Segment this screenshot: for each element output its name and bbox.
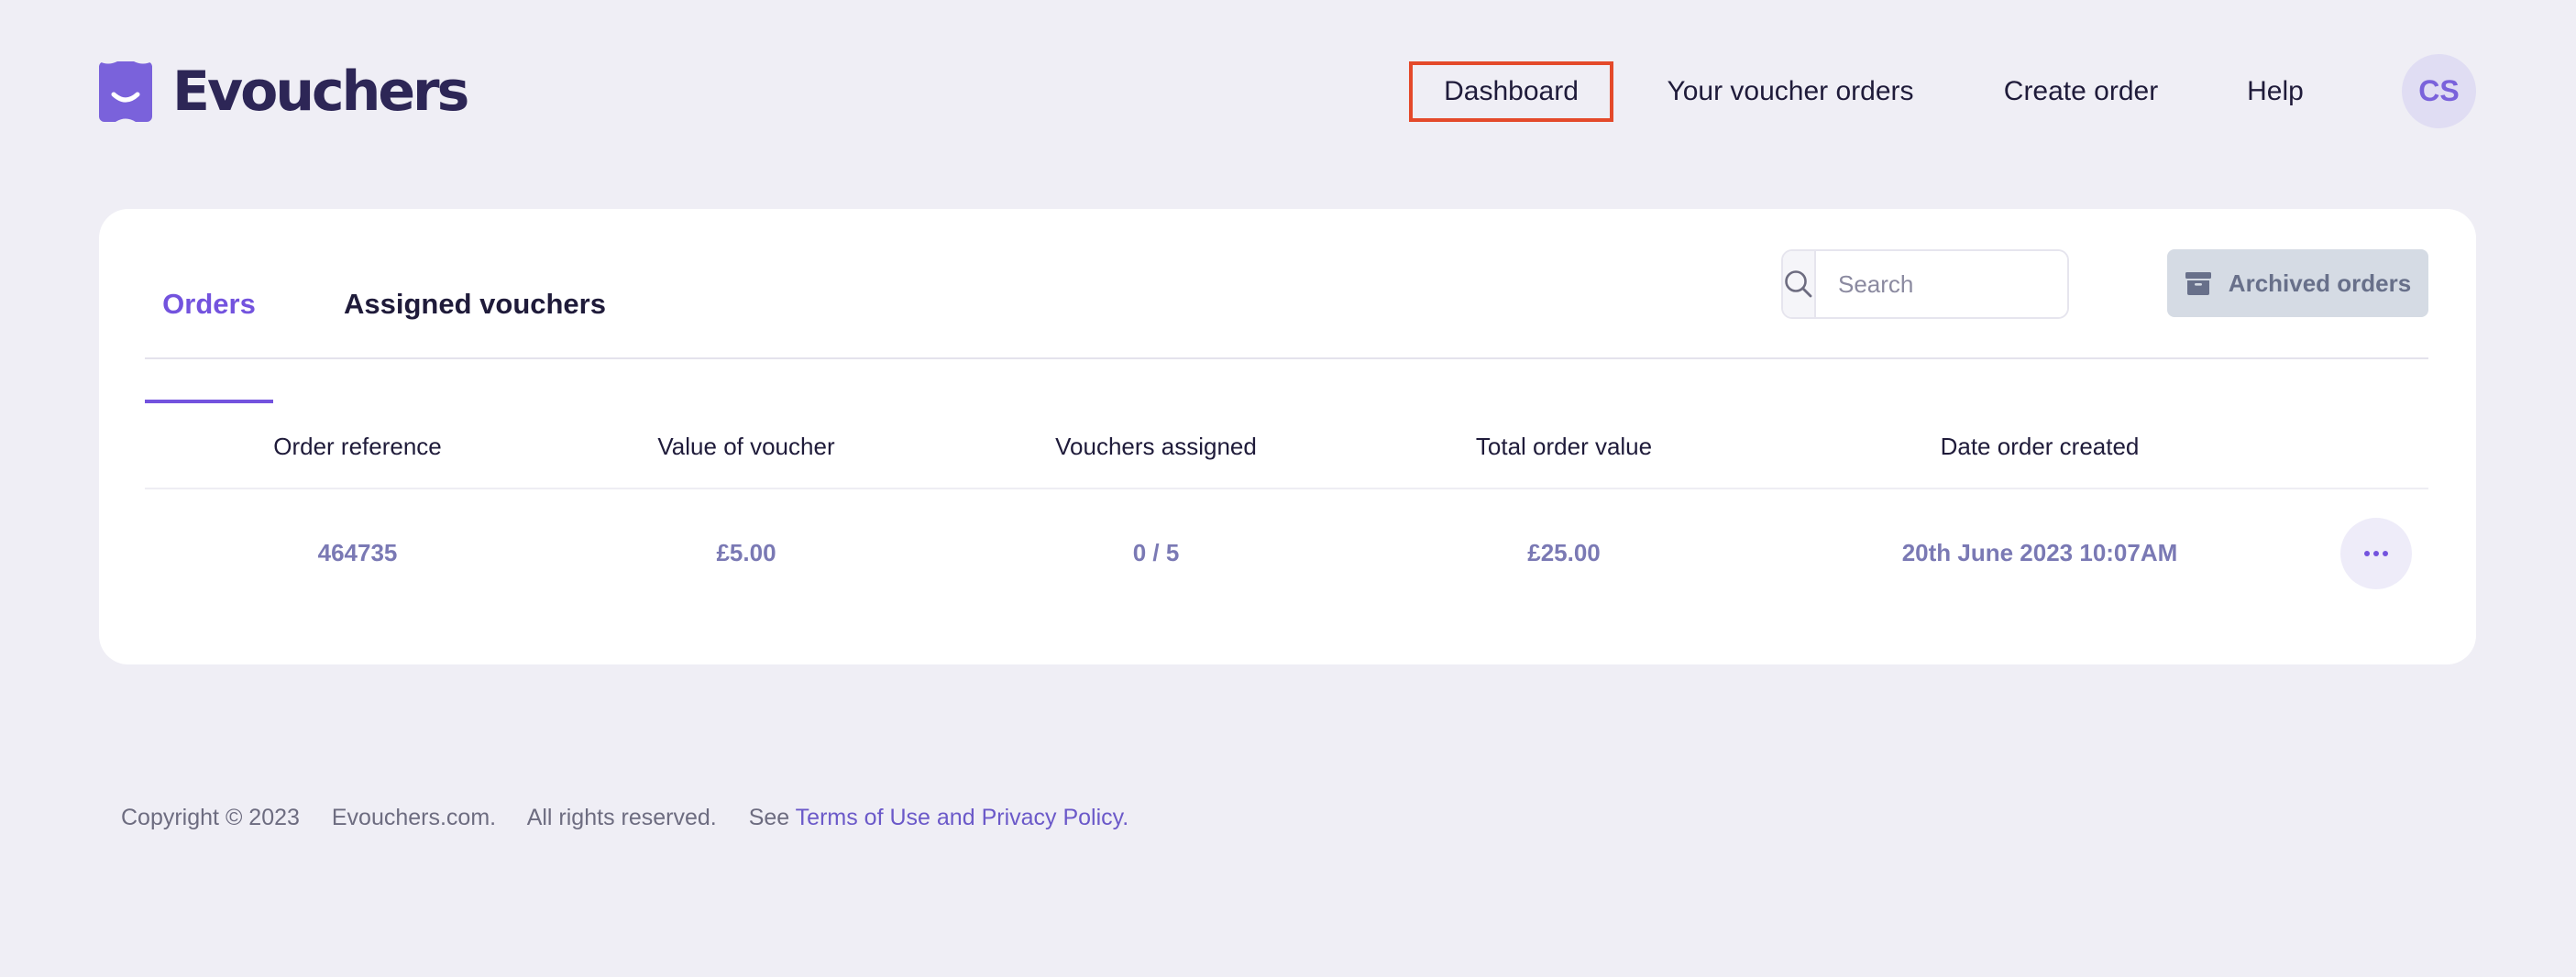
nav-dashboard[interactable]: Dashboard <box>1409 61 1613 122</box>
nav-help[interactable]: Help <box>2228 61 2323 122</box>
archive-box-icon <box>2185 272 2211 295</box>
column-header-voucher-value: Value of voucher <box>657 433 835 460</box>
nav-create-order[interactable]: Create order <box>1989 61 2173 122</box>
footer-see: See <box>748 805 790 830</box>
cell-date-created: 20th June 2023 10:07AM <box>1901 539 2178 566</box>
tab-orders[interactable]: Orders <box>145 255 273 403</box>
evouchers-logo-icon <box>99 61 152 122</box>
cell-vouchers-assigned: 0 / 5 <box>1132 539 1180 566</box>
header-row-divider <box>145 488 2428 489</box>
tab-assigned-vouchers[interactable]: Assigned vouchers <box>328 255 622 403</box>
nav-your-voucher-orders[interactable]: Your voucher orders <box>1650 61 1931 122</box>
search-input[interactable] <box>1816 251 2067 317</box>
search-box <box>1781 249 2069 319</box>
privacy-policy-link[interactable]: Privacy Policy. <box>982 805 1129 830</box>
page-footer: Copyright © 2023 Evouchers.com. All righ… <box>121 805 1128 831</box>
cell-total-order-value: £25.00 <box>1527 539 1601 566</box>
user-avatar[interactable]: CS <box>2402 54 2476 128</box>
brand-name: Evouchers <box>172 60 469 124</box>
orders-card: Orders Assigned vouchers Archived orders… <box>99 209 2476 664</box>
footer-site: Evouchers.com. <box>331 805 497 830</box>
more-dots-icon <box>2364 551 2388 556</box>
cell-voucher-value: £5.00 <box>716 539 776 566</box>
column-header-date-created: Date order created <box>1940 433 2140 460</box>
archived-orders-button[interactable]: Archived orders <box>2167 249 2428 317</box>
column-header-order-reference: Order reference <box>273 433 442 460</box>
footer-and: and <box>936 805 975 830</box>
search-icon[interactable] <box>1783 251 1816 317</box>
top-header: Evouchers Dashboard Your voucher orders … <box>0 0 2576 183</box>
column-header-vouchers-assigned: Vouchers assigned <box>1055 433 1257 460</box>
tabs-divider <box>145 357 2428 359</box>
column-header-total-order-value: Total order value <box>1475 433 1653 460</box>
row-actions-button[interactable] <box>2340 518 2412 589</box>
archived-orders-label: Archived orders <box>2228 269 2412 297</box>
footer-copyright: Copyright © 2023 <box>121 805 300 830</box>
cell-order-reference[interactable]: 464735 <box>318 539 398 567</box>
brand-logo[interactable]: Evouchers <box>99 60 469 124</box>
footer-rights: All rights reserved. <box>526 805 717 830</box>
terms-of-use-link[interactable]: Terms of Use <box>796 805 930 830</box>
